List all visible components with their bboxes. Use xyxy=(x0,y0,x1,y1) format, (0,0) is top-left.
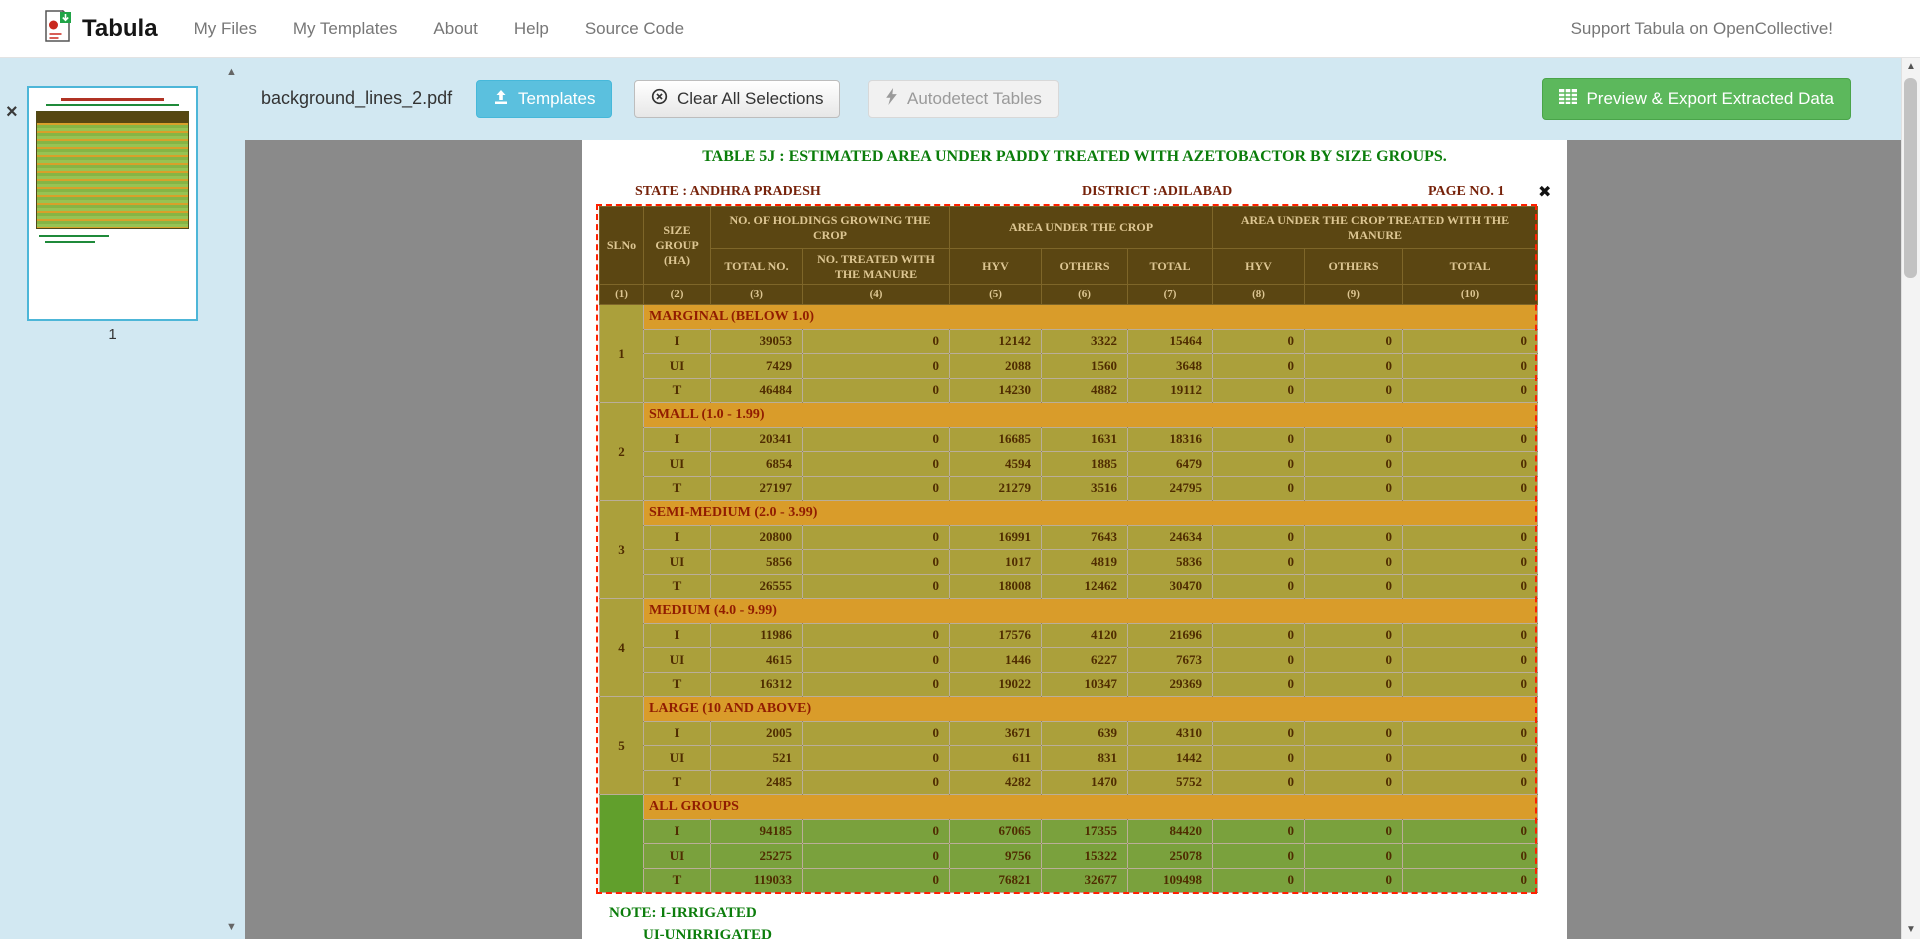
note-line-2: UI-UNIRRIGATED xyxy=(643,927,772,939)
templates-label: Templates xyxy=(518,89,595,109)
top-navbar: Tabula My Files My Templates About Help … xyxy=(0,0,1920,58)
pdf-workspace: TABLE 5J : ESTIMATED AREA UNDER PADDY TR… xyxy=(245,140,1920,939)
tabula-logo[interactable] xyxy=(44,10,72,47)
nav-item-my-templates[interactable]: My Templates xyxy=(293,19,398,39)
pdf-page[interactable]: TABLE 5J : ESTIMATED AREA UNDER PADDY TR… xyxy=(582,140,1567,939)
nav-item-help[interactable]: Help xyxy=(514,19,549,39)
scrollbar-thumb[interactable] xyxy=(1904,78,1917,278)
brand-title[interactable]: Tabula xyxy=(82,15,158,43)
toolbar: background_lines_2.pdf Templates Clear A… xyxy=(245,58,1920,140)
thumbnail-note-line xyxy=(39,235,109,237)
scrollbar-down-icon[interactable]: ▼ xyxy=(1902,921,1920,939)
table-icon xyxy=(1559,89,1577,109)
selection-box[interactable] xyxy=(596,204,1537,894)
nav-item-my-files[interactable]: My Files xyxy=(194,19,257,39)
page-no-label: PAGE NO. 1 xyxy=(1428,184,1504,200)
clear-all-selections-button[interactable]: Clear All Selections xyxy=(634,80,840,118)
note-line-1: NOTE: I-IRRIGATED xyxy=(609,905,757,922)
support-link[interactable]: Support Tabula on OpenCollective! xyxy=(1571,19,1833,39)
scrollbar-up-icon[interactable]: ▲ xyxy=(1902,58,1920,76)
remove-page-icon[interactable]: × xyxy=(6,102,18,122)
templates-button[interactable]: Templates xyxy=(476,80,612,118)
preview-export-button[interactable]: Preview & Export Extracted Data xyxy=(1542,78,1851,120)
filename-label: background_lines_2.pdf xyxy=(261,88,452,109)
state-label: STATE : ANDHRA PRADESH xyxy=(635,184,821,200)
thumbnail-subtitle-line xyxy=(46,104,180,106)
vertical-scrollbar[interactable]: ▲ ▼ xyxy=(1901,58,1920,939)
sidebar-scroll-up-icon[interactable]: ▲ xyxy=(226,66,237,78)
thumbnail-title-line xyxy=(61,98,165,101)
sidebar-scroll-down-icon[interactable]: ▼ xyxy=(226,921,237,933)
nav-item-about[interactable]: About xyxy=(433,19,477,39)
clear-all-label: Clear All Selections xyxy=(677,89,823,109)
autodetect-label: Autodetect Tables xyxy=(907,89,1042,109)
thumbnail-note-line xyxy=(45,241,95,243)
export-label: Preview & Export Extracted Data xyxy=(1586,89,1834,109)
document-title: TABLE 5J : ESTIMATED AREA UNDER PADDY TR… xyxy=(582,148,1567,166)
nav-links: My Files My Templates About Help Source … xyxy=(194,19,684,39)
selection-delete-button[interactable]: ✖ xyxy=(1538,182,1551,201)
thumbnail-page-number: 1 xyxy=(27,326,198,343)
upload-icon xyxy=(493,89,509,110)
page-thumbnails-sidebar: × 1 ▲ ▼ xyxy=(0,58,245,939)
autodetect-tables-button[interactable]: Autodetect Tables xyxy=(868,80,1059,118)
lightning-icon xyxy=(885,88,898,110)
district-label: DISTRICT :ADILABAD xyxy=(1082,184,1232,200)
nav-item-source-code[interactable]: Source Code xyxy=(585,19,684,39)
thumbnail-table xyxy=(36,111,189,229)
page-thumbnail[interactable] xyxy=(27,86,198,321)
circle-x-icon xyxy=(651,88,668,110)
